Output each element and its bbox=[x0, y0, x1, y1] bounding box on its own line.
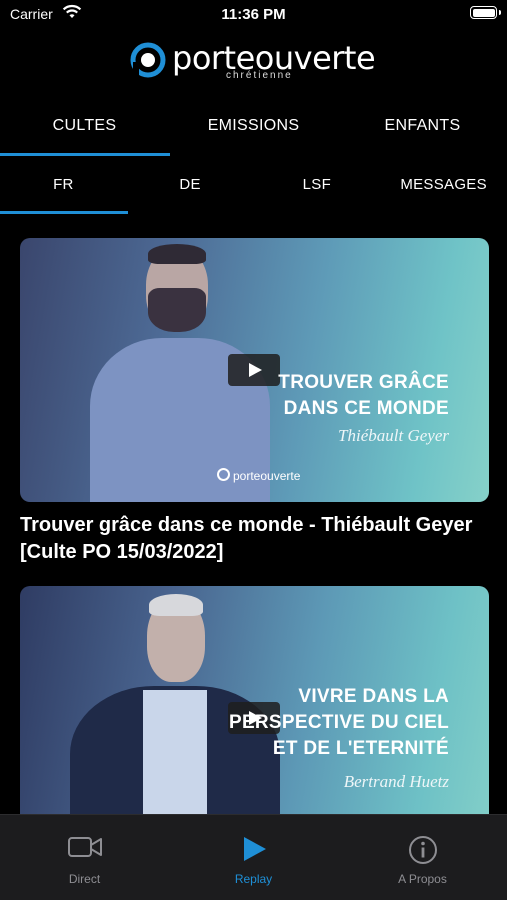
tab-label: Replay bbox=[234, 872, 273, 886]
thumbnail-speaker: Thiébault Geyer bbox=[338, 426, 449, 445]
tab-bar: Direct Replay A Propos bbox=[0, 814, 507, 900]
app-logo: porteouverte chrétienne bbox=[0, 38, 507, 82]
video-card[interactable]: VIVRE DANS LA PERSPECTIVE DU CIEL ET DE … bbox=[20, 586, 489, 850]
thumbnail-title-line: DANS CE MONDE bbox=[283, 398, 449, 419]
tab-lsf[interactable]: LSF bbox=[254, 160, 381, 214]
tab-direct[interactable]: Direct bbox=[0, 815, 169, 900]
category-tabs: CULTES EMISSIONS ENFANTS bbox=[0, 100, 507, 156]
thumbnail-watermark: porteouverte bbox=[217, 468, 300, 483]
tab-cultes[interactable]: CULTES bbox=[0, 100, 169, 156]
thumbnail-title: TROUVER GRÂCE DANS CE MONDE bbox=[278, 370, 449, 422]
video-camera-icon bbox=[67, 837, 102, 857]
play-button[interactable] bbox=[228, 354, 280, 386]
tab-emissions[interactable]: EMISSIONS bbox=[169, 100, 338, 156]
battery-icon bbox=[470, 6, 501, 19]
clock: 11:36 PM bbox=[221, 6, 286, 23]
play-icon bbox=[243, 837, 266, 861]
active-subtab-indicator bbox=[0, 211, 128, 214]
video-title[interactable]: Trouver grâce dans ce monde - Thiébault … bbox=[20, 512, 489, 566]
video-card[interactable]: TROUVER GRÂCE DANS CE MONDE Thiébault Ge… bbox=[20, 238, 489, 566]
active-tab-indicator bbox=[0, 153, 170, 156]
tab-fr[interactable]: FR bbox=[0, 160, 127, 214]
tab-replay[interactable]: Replay bbox=[169, 815, 338, 900]
status-bar: Carrier 11:36 PM bbox=[0, 0, 507, 30]
thumbnail-title-line: ET DE L'ETERNITÉ bbox=[272, 738, 449, 759]
thumbnail-title-line: TROUVER GRÂCE bbox=[278, 372, 449, 393]
thumbnail-title: VIVRE DANS LA PERSPECTIVE DU CIEL ET DE … bbox=[229, 684, 449, 762]
tab-enfants[interactable]: ENFANTS bbox=[338, 100, 507, 156]
tab-a-propos[interactable]: A Propos bbox=[338, 815, 507, 900]
tab-label: A Propos bbox=[398, 872, 447, 886]
thumbnail-title-line: PERSPECTIVE DU CIEL bbox=[228, 712, 449, 733]
logo-mark-icon bbox=[130, 42, 166, 78]
video-thumbnail[interactable]: TROUVER GRÂCE DANS CE MONDE Thiébault Ge… bbox=[20, 238, 489, 502]
info-icon bbox=[408, 836, 437, 864]
tab-messages[interactable]: MESSAGES bbox=[380, 160, 507, 214]
video-thumbnail[interactable]: VIVRE DANS LA PERSPECTIVE DU CIEL ET DE … bbox=[20, 586, 489, 850]
logo-subtitle: chrétienne bbox=[226, 70, 293, 81]
tab-label: Direct bbox=[68, 872, 101, 886]
thumbnail-title-line: VIVRE DANS LA bbox=[298, 686, 449, 707]
tab-de[interactable]: DE bbox=[127, 160, 254, 214]
language-tabs: FR DE LSF MESSAGES bbox=[0, 160, 507, 214]
thumbnail-speaker: Bertrand Huetz bbox=[343, 772, 449, 791]
